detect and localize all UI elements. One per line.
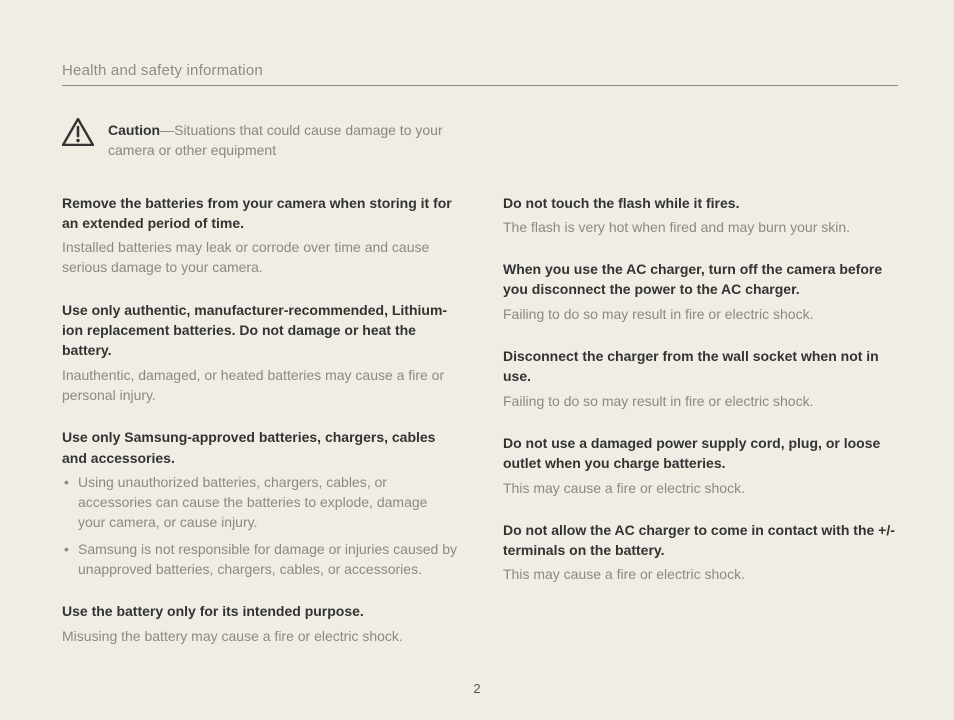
section-damaged-cord: Do not use a damaged power supply cord, … — [503, 433, 898, 498]
list-item: Samsung is not responsible for damage or… — [62, 539, 457, 580]
section-body: Failing to do so may result in fire or e… — [503, 304, 898, 324]
section-body: This may cause a fire or electric shock. — [503, 564, 898, 584]
caution-callout: Caution—Situations that could cause dama… — [62, 118, 898, 161]
page-number: 2 — [0, 681, 954, 696]
section-body: Installed batteries may leak or corrode … — [62, 237, 457, 278]
section-body: Inauthentic, damaged, or heated batterie… — [62, 365, 457, 406]
bullet-list: Using unauthorized batteries, chargers, … — [62, 472, 457, 579]
caution-icon — [62, 118, 94, 146]
caution-label: Caution — [108, 122, 160, 138]
page-title: Health and safety information — [62, 62, 898, 79]
section-approved-accessories: Use only Samsung-approved batteries, cha… — [62, 427, 457, 579]
section-body: Failing to do so may result in fire or e… — [503, 391, 898, 411]
caution-text: Caution—Situations that could cause dama… — [108, 118, 458, 161]
section-body: This may cause a fire or electric shock. — [503, 478, 898, 498]
content-columns: Remove the batteries from your camera wh… — [62, 193, 898, 668]
section-heading: Do not use a damaged power supply cord, … — [503, 433, 898, 474]
section-ac-terminals: Do not allow the AC charger to come in c… — [503, 520, 898, 585]
section-intended-purpose: Use the battery only for its intended pu… — [62, 601, 457, 646]
section-body: Misusing the battery may cause a fire or… — [62, 626, 457, 646]
section-heading: When you use the AC charger, turn off th… — [503, 259, 898, 300]
manual-page: Health and safety information Caution—Si… — [0, 0, 954, 668]
page-header: Health and safety information — [62, 62, 898, 86]
section-heading: Use only authentic, manufacturer-recomme… — [62, 300, 457, 361]
section-heading: Do not allow the AC charger to come in c… — [503, 520, 898, 561]
section-heading: Do not touch the flash while it fires. — [503, 193, 898, 213]
section-disconnect-charger: Disconnect the charger from the wall soc… — [503, 346, 898, 411]
section-heading: Remove the batteries from your camera wh… — [62, 193, 457, 234]
section-ac-charger-off: When you use the AC charger, turn off th… — [503, 259, 898, 324]
section-heading: Use only Samsung-approved batteries, cha… — [62, 427, 457, 468]
section-authentic-batteries: Use only authentic, manufacturer-recomme… — [62, 300, 457, 405]
right-column: Do not touch the flash while it fires. T… — [503, 193, 898, 668]
section-heading: Disconnect the charger from the wall soc… — [503, 346, 898, 387]
section-heading: Use the battery only for its intended pu… — [62, 601, 457, 621]
section-remove-batteries: Remove the batteries from your camera wh… — [62, 193, 457, 278]
section-body: The flash is very hot when fired and may… — [503, 217, 898, 237]
list-item: Using unauthorized batteries, chargers, … — [62, 472, 457, 533]
section-flash: Do not touch the flash while it fires. T… — [503, 193, 898, 238]
left-column: Remove the batteries from your camera wh… — [62, 193, 457, 668]
